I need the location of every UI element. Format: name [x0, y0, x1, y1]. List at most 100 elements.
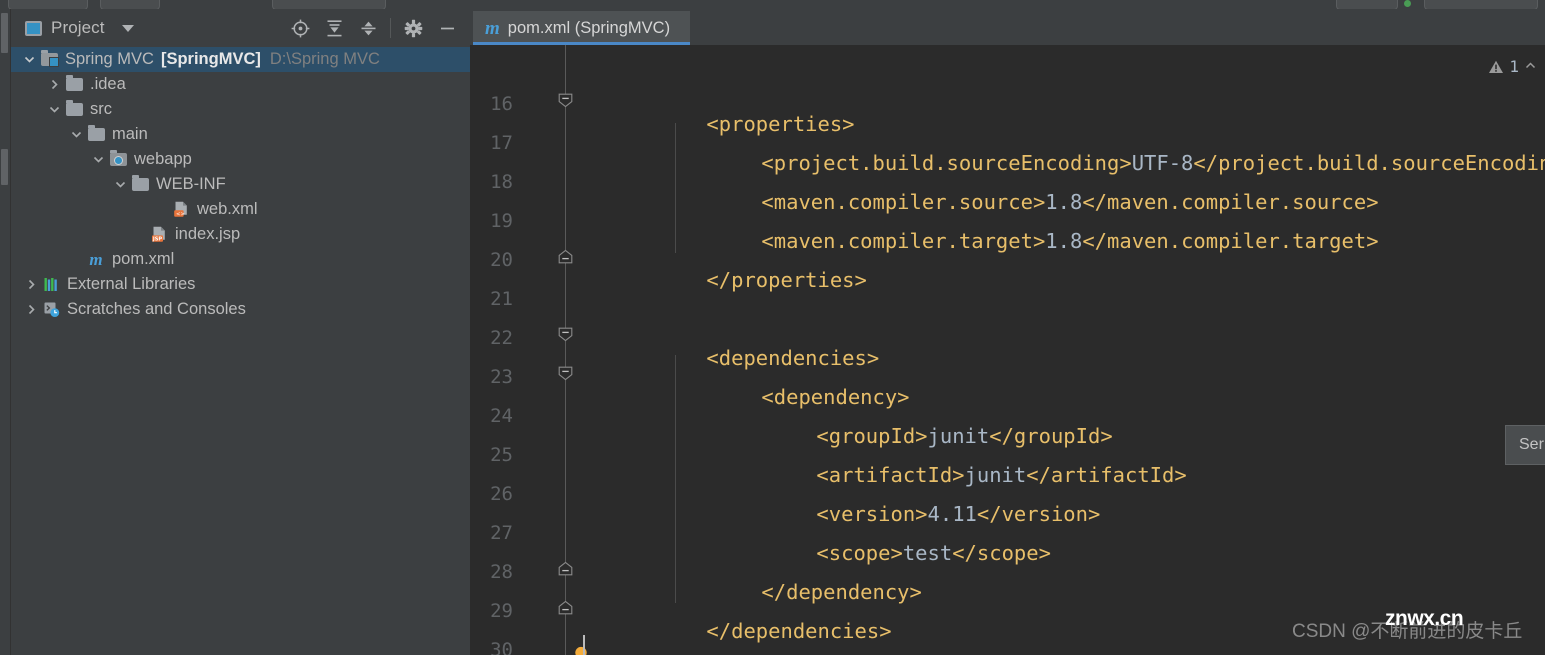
tree-label: pom.xml	[112, 250, 175, 268]
editor-tab-pom-xml[interactable]: m pom.xml (SpringMVC) close-icon	[473, 11, 691, 45]
editor-tab-bar: m pom.xml (SpringMVC) close-icon	[470, 9, 1545, 45]
chevron-down-icon[interactable]	[21, 52, 37, 68]
chevron-down-icon[interactable]	[121, 24, 134, 32]
fold-marker-open[interactable]	[558, 327, 573, 342]
minus-icon	[440, 27, 454, 29]
tree-row-idea[interactable]: .idea	[11, 72, 470, 97]
text-caret	[583, 635, 585, 655]
line-number: 20	[490, 249, 513, 271]
tree-row-index-jsp[interactable]: JSP index.jsp	[11, 222, 470, 247]
module-folder-icon	[40, 50, 59, 68]
tree-row-src[interactable]: src	[11, 97, 470, 122]
line-number: 30	[490, 639, 513, 655]
maven-file-icon: m	[485, 17, 500, 39]
tree-row-web-xml[interactable]: <> web.xml	[11, 197, 470, 222]
project-panel-header: Project	[11, 9, 470, 47]
tree-label: WEB-INF	[156, 175, 226, 193]
tree-module-name: [SpringMVC]	[160, 50, 261, 68]
tree-label: .idea	[90, 75, 126, 93]
tree-module-path: D:\Spring MVC	[269, 50, 380, 68]
collapse-all-button[interactable]	[351, 13, 385, 43]
line-number: 28	[490, 561, 513, 583]
xml-tag: </dependencies>	[706, 618, 892, 643]
left-tool-strip[interactable]	[0, 9, 11, 655]
toolbar-separator	[390, 18, 391, 38]
strip-scrollbar-thumb[interactable]	[1, 149, 8, 185]
editor-tab-label: pom.xml (SpringMVC)	[507, 18, 671, 37]
chevron-down-icon[interactable]	[90, 152, 106, 168]
code-line: </dependencies>	[583, 600, 892, 655]
tree-row-external-libraries[interactable]: External Libraries	[11, 272, 470, 297]
tree-label: web.xml	[197, 200, 258, 218]
settings-button[interactable]	[396, 13, 430, 43]
fold-marker-close[interactable]	[558, 600, 573, 615]
chevron-down-icon[interactable]	[46, 102, 62, 118]
tree-row-spring-mvc[interactable]: Spring MVC [SpringMVC] D:\Spring MVC	[11, 47, 470, 72]
tree-label: index.jsp	[175, 225, 241, 243]
line-number: 26	[490, 483, 513, 505]
status-dot-icon	[1404, 0, 1411, 7]
watermark-site: znwx.cn	[1385, 607, 1464, 630]
chevron-right-icon[interactable]	[23, 277, 39, 293]
expand-all-button[interactable]	[317, 13, 351, 43]
xml-tag: </properties>	[706, 267, 867, 292]
crosshair-target-icon	[291, 19, 309, 37]
code-line: </properties>	[583, 249, 867, 311]
project-window-icon	[25, 20, 42, 36]
scratches-icon	[42, 302, 60, 318]
maven-file-icon: m	[89, 250, 103, 269]
xml-tag: </maven.compiler.target>	[1082, 228, 1379, 253]
folder-icon	[65, 100, 83, 118]
hide-panel-button[interactable]	[430, 13, 464, 43]
chevron-right-icon[interactable]	[23, 302, 39, 318]
tree-label: src	[90, 100, 112, 118]
svg-text:JSP: JSP	[151, 237, 161, 243]
fold-marker-close[interactable]	[558, 249, 573, 264]
line-number: 22	[490, 327, 513, 349]
strip-marker-top	[1, 13, 8, 53]
gear-icon	[404, 19, 422, 37]
fold-gutter[interactable]	[525, 45, 587, 655]
jsp-file-icon: JSP	[150, 226, 168, 243]
tree-row-web-inf[interactable]: WEB-INF	[11, 172, 470, 197]
xml-tag: </scope>	[952, 540, 1051, 565]
fold-marker-close[interactable]	[558, 561, 573, 576]
fold-marker-open[interactable]	[558, 93, 573, 108]
editor-area: m pom.xml (SpringMVC) close-icon 1	[470, 9, 1545, 655]
line-number: 24	[490, 405, 513, 427]
code-editor[interactable]: 1 16 17 18 19 20 21 22 23 24 25 26 27 28	[470, 45, 1545, 655]
xml-file-icon: <>	[172, 201, 190, 218]
line-number: 17	[490, 132, 513, 154]
fold-marker-open[interactable]	[558, 366, 573, 381]
line-number: 29	[490, 600, 513, 622]
tree-label: Scratches and Consoles	[67, 300, 246, 318]
select-opened-file-button[interactable]	[283, 13, 317, 43]
line-number: 21	[490, 288, 513, 310]
svg-text:<>: <>	[176, 211, 185, 217]
tree-label: External Libraries	[67, 275, 196, 293]
services-tool-window-popup[interactable]: Ser	[1505, 425, 1545, 465]
project-tree: Spring MVC [SpringMVC] D:\Spring MVC .id…	[11, 47, 470, 322]
tree-row-pom-xml[interactable]: m pom.xml	[11, 247, 470, 272]
tree-label: main	[112, 125, 148, 143]
libraries-icon	[42, 277, 60, 293]
project-tool-window: Project Spring MVC [SpringMVC] D:\Spring…	[11, 9, 470, 655]
chevron-right-icon[interactable]	[46, 77, 62, 93]
collapse-all-icon	[361, 21, 375, 35]
tree-label: webapp	[134, 150, 192, 168]
chevron-down-icon[interactable]	[68, 127, 84, 143]
line-number: 23	[490, 366, 513, 388]
tree-row-scratches-and-consoles[interactable]: Scratches and Consoles	[11, 297, 470, 322]
xml-value: 1.8	[1045, 228, 1083, 253]
code-content[interactable]: <properties> <project.build.sourceEncodi…	[583, 45, 1545, 655]
line-number: 16	[490, 93, 513, 115]
expand-all-icon	[327, 19, 341, 36]
tree-row-main[interactable]: main	[11, 122, 470, 147]
chevron-down-icon[interactable]	[112, 177, 128, 193]
tree-label: Spring MVC	[65, 50, 154, 68]
tree-row-webapp[interactable]: webapp	[11, 147, 470, 172]
project-panel-title-group[interactable]: Project	[25, 18, 134, 38]
line-number-gutter: 16 17 18 19 20 21 22 23 24 25 26 27 28 2…	[470, 45, 525, 655]
line-number: 27	[490, 522, 513, 544]
line-number: 19	[490, 210, 513, 232]
